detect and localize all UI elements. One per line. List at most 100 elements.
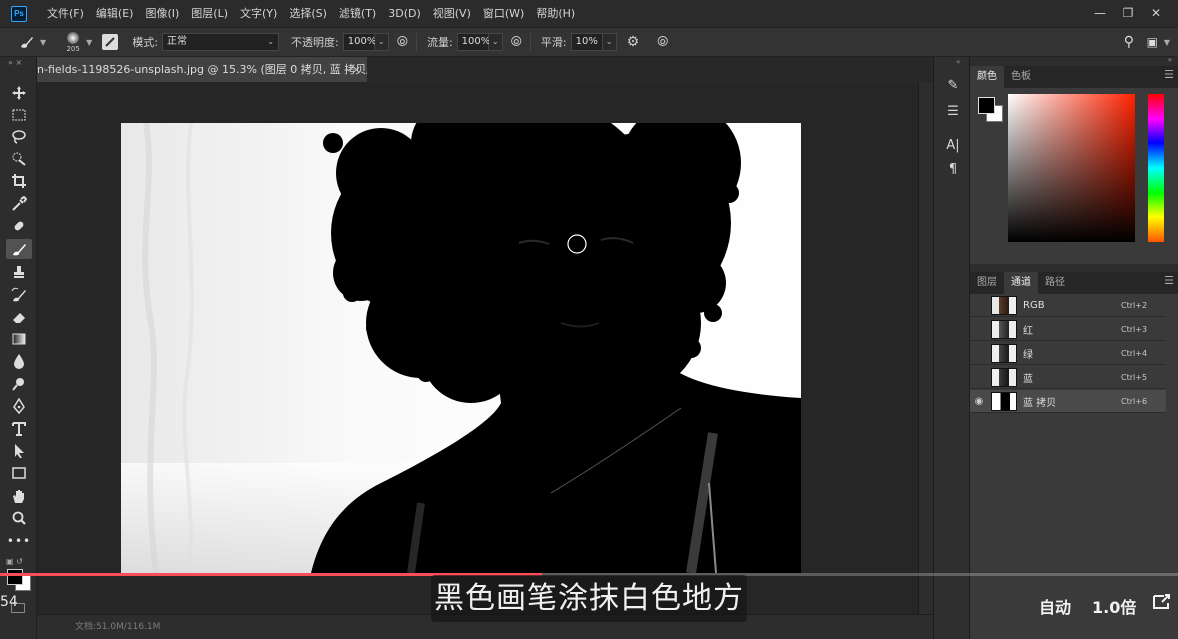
airbrush-icon[interactable]: ⦾	[511, 34, 522, 50]
eye-icon[interactable]: ◉	[970, 390, 988, 413]
tab-layers[interactable]: 图层	[970, 272, 1004, 294]
pressure-opacity-icon[interactable]: ⦾	[397, 34, 408, 50]
brush-tool-icon[interactable]	[6, 239, 32, 259]
properties-panel-icon[interactable]: ☰	[944, 103, 962, 121]
window-controls: — ❐ ✕	[1086, 3, 1170, 23]
history-brush-tool-icon[interactable]	[6, 285, 32, 305]
panel-menu-icon[interactable]: ☰	[1164, 274, 1174, 287]
channel-image[interactable]	[121, 123, 801, 573]
foreground-swatch[interactable]	[978, 97, 995, 114]
dodge-tool-icon[interactable]	[6, 374, 32, 394]
chevron-down-icon[interactable]: ▼	[86, 38, 92, 47]
menu-help[interactable]: 帮助(H)	[530, 0, 581, 27]
minimize-icon[interactable]: —	[1086, 3, 1114, 23]
collapse-icon[interactable]: «	[956, 58, 960, 66]
mode-label: 模式:	[132, 36, 159, 49]
chevron-down-icon[interactable]: ▼	[1164, 38, 1170, 47]
channel-row-green[interactable]: 绿 Ctrl+4	[970, 342, 1166, 365]
gradient-tool-icon[interactable]	[6, 329, 32, 349]
channel-row-red[interactable]: 红 Ctrl+3	[970, 318, 1166, 341]
quality-button[interactable]: 自动	[1039, 594, 1071, 618]
search-icon[interactable]: ⚲	[1124, 34, 1134, 50]
workspace-icon[interactable]: ▣	[1147, 35, 1158, 49]
tab-swatches[interactable]: 色板	[1004, 66, 1038, 88]
visibility-toggle[interactable]	[970, 318, 988, 341]
brush-size-picker[interactable]: 205	[62, 30, 84, 54]
menu-layer[interactable]: 图层(L)	[185, 0, 234, 27]
paragraph-panel-icon[interactable]: ¶	[944, 161, 962, 179]
clone-stamp-tool-icon[interactable]	[6, 262, 32, 282]
menu-type[interactable]: 文字(Y)	[234, 0, 283, 27]
pressure-size-icon[interactable]: ⦾	[657, 34, 668, 50]
blur-tool-icon[interactable]	[6, 351, 32, 371]
type-tool-icon[interactable]	[6, 419, 32, 439]
fullscreen-icon[interactable]	[1152, 593, 1174, 613]
mode-select[interactable]: 正常 ⌄	[162, 33, 280, 51]
brush-settings-panel-icon[interactable]: ✎	[944, 77, 962, 95]
quick-select-tool-icon[interactable]	[6, 149, 32, 169]
channel-name: RGB	[1023, 299, 1045, 311]
menu-image[interactable]: 图像(I)	[139, 0, 185, 27]
visibility-toggle[interactable]	[970, 294, 988, 317]
menu-edit[interactable]: 编辑(E)	[90, 0, 140, 27]
zoom-tool-icon[interactable]	[6, 508, 32, 528]
chevron-down-icon[interactable]: ▼	[40, 38, 46, 47]
channel-thumbnail	[991, 319, 1017, 339]
foreground-color-swatch[interactable]	[7, 569, 23, 585]
document-tab[interactable]: n-fields-1198526-unsplash.jpg @ 15.3% (图…	[37, 57, 367, 82]
tools-panel: » × ••• ▣ ↺	[0, 57, 37, 639]
reset-colors-icon[interactable]: ▣ ↺	[6, 557, 23, 566]
close-tab-icon[interactable]: ×	[352, 57, 361, 82]
flow-input[interactable]: 100%	[456, 33, 490, 51]
character-panel-icon[interactable]: A|	[944, 137, 962, 155]
lasso-tool-icon[interactable]	[6, 127, 32, 147]
menu-3d[interactable]: 3D(D)	[382, 0, 427, 27]
menu-select[interactable]: 选择(S)	[283, 0, 333, 27]
brush-preset-icon[interactable]	[18, 32, 38, 52]
menu-filter[interactable]: 滤镜(T)	[333, 0, 382, 27]
channel-row-blue-copy[interactable]: ◉ 蓝 拷贝 Ctrl+6	[970, 390, 1166, 413]
brush-settings-icon[interactable]	[102, 34, 119, 50]
crop-tool-icon[interactable]	[6, 171, 32, 191]
collapse-icon[interactable]: »	[1168, 56, 1172, 64]
rectangle-tool-icon[interactable]	[6, 463, 32, 483]
channels-panel-header: 图层 通道 路径 ☰	[970, 272, 1178, 294]
pen-tool-icon[interactable]	[6, 396, 32, 416]
healing-brush-tool-icon[interactable]	[6, 216, 32, 236]
close-icon[interactable]: ✕	[1142, 3, 1170, 23]
document-size: 文档:51.0M/116.1M	[75, 622, 161, 632]
panel-collapse-bar: »	[970, 56, 1178, 66]
path-select-tool-icon[interactable]	[6, 441, 32, 461]
channel-row-rgb[interactable]: RGB Ctrl+2	[970, 294, 1166, 317]
restore-icon[interactable]: ❐	[1114, 3, 1142, 23]
menu-view[interactable]: 视图(V)	[427, 0, 477, 27]
channel-name: 绿	[1023, 349, 1033, 361]
smoothing-dropdown[interactable]: ⌄	[602, 33, 617, 51]
channel-row-blue[interactable]: 蓝 Ctrl+5	[970, 366, 1166, 389]
gear-icon[interactable]: ⚙	[627, 34, 640, 50]
panel-menu-icon[interactable]: ☰	[1164, 68, 1174, 81]
menu-window[interactable]: 窗口(W)	[477, 0, 530, 27]
playback-speed-button[interactable]: 1.0倍	[1092, 594, 1136, 618]
tab-paths[interactable]: 路径	[1038, 272, 1072, 294]
move-tool-icon[interactable]	[6, 83, 32, 103]
color-spectrum[interactable]	[1008, 94, 1135, 242]
collapse-icon[interactable]: » ×	[0, 57, 36, 68]
eyedropper-tool-icon[interactable]	[6, 194, 32, 214]
opacity-input[interactable]: 100%	[342, 33, 376, 51]
tab-channels[interactable]: 通道	[1004, 272, 1038, 294]
tab-color[interactable]: 颜色	[970, 66, 1004, 88]
smoothing-input[interactable]: 10%	[570, 33, 603, 51]
more-tools-icon[interactable]: •••	[6, 531, 32, 551]
vertical-scrollbar[interactable]	[918, 82, 933, 614]
visibility-toggle[interactable]	[970, 366, 988, 389]
eraser-tool-icon[interactable]	[6, 307, 32, 327]
menu-file[interactable]: 文件(F)	[41, 0, 90, 27]
visibility-toggle[interactable]	[970, 342, 988, 365]
hand-tool-icon[interactable]	[6, 486, 32, 506]
hue-slider[interactable]	[1148, 94, 1164, 242]
marquee-tool-icon[interactable]	[6, 105, 32, 125]
right-panels: » 颜色 色板 ☰ 图层 通道 路径 ☰ RGB Ctrl+2 红 Ctrl+3	[970, 56, 1178, 639]
opacity-dropdown[interactable]: ⌄	[374, 33, 389, 51]
flow-dropdown[interactable]: ⌄	[488, 33, 503, 51]
